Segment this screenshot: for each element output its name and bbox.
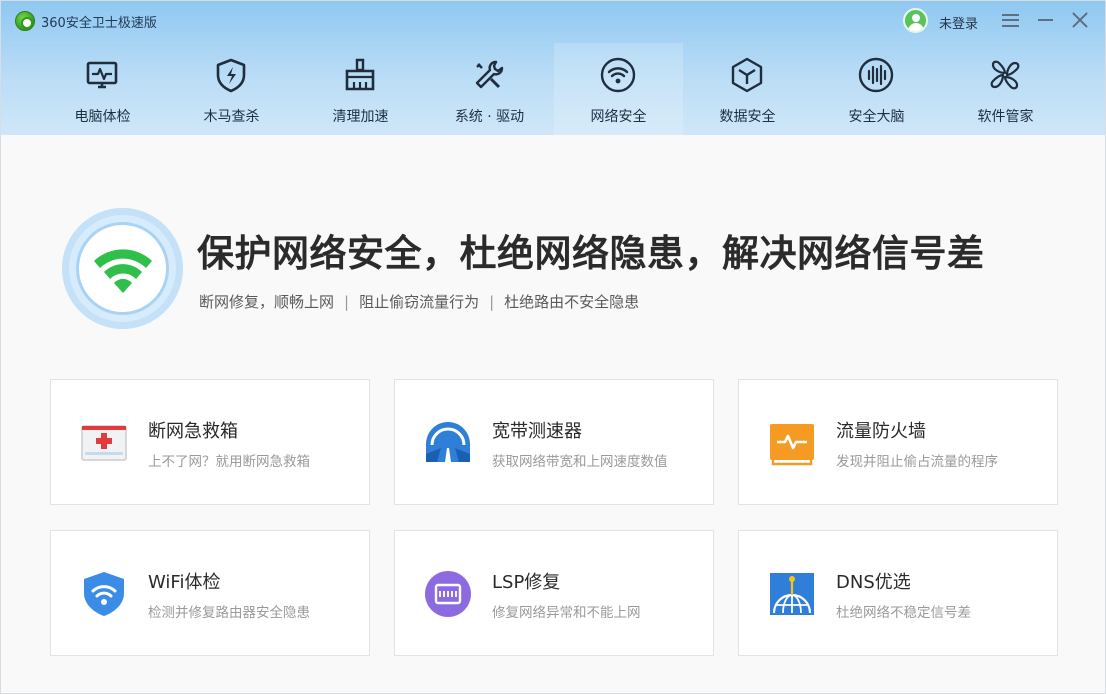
dns-globe-icon (767, 569, 817, 619)
brain-icon (856, 55, 896, 95)
page-title: 保护网络安全，杜绝网络隐患，解决网络信号差 (197, 232, 985, 275)
tool-description: 检测并修复路由器安全隐患 (148, 605, 310, 621)
tool-description: 发现并阻止偷占流量的程序 (836, 454, 998, 470)
nav-label: 电脑体检 (74, 109, 131, 125)
tool-title: 宽带测速器 (492, 421, 582, 442)
hero-subtitle: 断网修复，顺畅上网 | 阻止偷窃流量行为 | 杜绝路由不安全隐患 (199, 291, 639, 312)
separator: | (344, 293, 350, 311)
tool-title: WiFi体检 (148, 572, 221, 593)
nav-label: 系统 · 驱动 (454, 109, 525, 125)
wifi-emblem-icon (94, 249, 152, 293)
wifi-shield-icon (79, 569, 129, 619)
nav-item-cleanup[interactable]: 清理加速 (296, 43, 425, 135)
app-window: 360安全卫士极速版 未登录 电脑体检 木马查杀 清理加速 系统 · 驱动 网络… (0, 0, 1106, 694)
shield-bolt-icon (211, 55, 251, 95)
app-title: 360安全卫士极速版 (41, 16, 157, 31)
title-bar: 360安全卫士极速版 未登录 (1, 1, 1105, 39)
nav-item-network-security[interactable]: 网络安全 (554, 43, 683, 135)
user-avatar-icon[interactable] (903, 8, 928, 33)
nav-item-trojan-scan[interactable]: 木马查杀 (167, 43, 296, 135)
lsp-chip-icon (423, 569, 473, 619)
hero-feature-1: 断网修复，顺畅上网 (199, 293, 335, 311)
tool-card-first-aid[interactable]: 断网急救箱 上不了网？就用断网急救箱 (50, 379, 370, 505)
nav-label: 软件管家 (977, 109, 1034, 125)
nav-item-system-driver[interactable]: 系统 · 驱动 (425, 43, 554, 135)
tool-title: LSP修复 (492, 572, 561, 593)
nav-item-data-security[interactable]: 数据安全 (683, 43, 812, 135)
nav-item-software-manager[interactable]: 软件管家 (941, 43, 1070, 135)
monitor-pulse-icon (82, 55, 122, 95)
main-menu-button[interactable] (997, 8, 1023, 32)
app-logo-icon (15, 11, 35, 31)
minimize-button[interactable] (1032, 8, 1058, 32)
speedometer-road-icon (423, 418, 473, 468)
network-security-emblem (62, 208, 183, 329)
tool-title: 流量防火墙 (836, 421, 926, 442)
minimize-icon (1037, 19, 1053, 21)
tool-description: 上不了网？就用断网急救箱 (148, 454, 310, 470)
wrench-screwdriver-icon (469, 55, 509, 95)
broom-icon (340, 55, 380, 95)
tool-card-wifi-checkup[interactable]: WiFi体检 检测并修复路由器安全隐患 (50, 530, 370, 656)
tool-description: 杜绝网络不稳定信号差 (836, 605, 971, 621)
first-aid-kit-icon (79, 418, 129, 468)
login-link[interactable]: 未登录 (939, 13, 978, 32)
tool-card-lsp-repair[interactable]: LSP修复 修复网络异常和不能上网 (394, 530, 714, 656)
separator: | (489, 293, 495, 311)
close-icon (1072, 12, 1088, 28)
nav-label: 清理加速 (332, 109, 389, 125)
main-nav: 电脑体检 木马查杀 清理加速 系统 · 驱动 网络安全 数据安全 安全大脑 软件… (38, 43, 1070, 135)
tool-title: DNS优选 (836, 572, 911, 593)
firewall-pulse-icon (767, 418, 817, 468)
tool-card-speed-test[interactable]: 宽带测速器 获取网络带宽和上网速度数值 (394, 379, 714, 505)
nav-label: 木马查杀 (203, 109, 260, 125)
tool-description: 获取网络带宽和上网速度数值 (492, 454, 668, 470)
hero-feature-3: 杜绝路由不安全隐患 (504, 293, 640, 311)
wifi-icon (598, 55, 638, 95)
grid-flower-icon (985, 55, 1025, 95)
nav-label: 数据安全 (719, 109, 776, 125)
header: 360安全卫士极速版 未登录 电脑体检 木马查杀 清理加速 系统 · 驱动 网络… (1, 1, 1105, 135)
hero-feature-2: 阻止偷窃流量行为 (359, 293, 480, 311)
data-cube-icon (727, 55, 767, 95)
nav-item-security-brain[interactable]: 安全大脑 (812, 43, 941, 135)
menu-icon (1001, 13, 1019, 27)
tool-title: 断网急救箱 (148, 421, 238, 442)
close-button[interactable] (1067, 8, 1093, 32)
tool-card-dns-optimize[interactable]: DNS优选 杜绝网络不稳定信号差 (738, 530, 1058, 656)
tool-card-traffic-firewall[interactable]: 流量防火墙 发现并阻止偷占流量的程序 (738, 379, 1058, 505)
nav-label: 安全大脑 (848, 109, 905, 125)
nav-label: 网络安全 (590, 109, 647, 125)
tool-description: 修复网络异常和不能上网 (492, 605, 641, 621)
nav-item-pc-checkup[interactable]: 电脑体检 (38, 43, 167, 135)
